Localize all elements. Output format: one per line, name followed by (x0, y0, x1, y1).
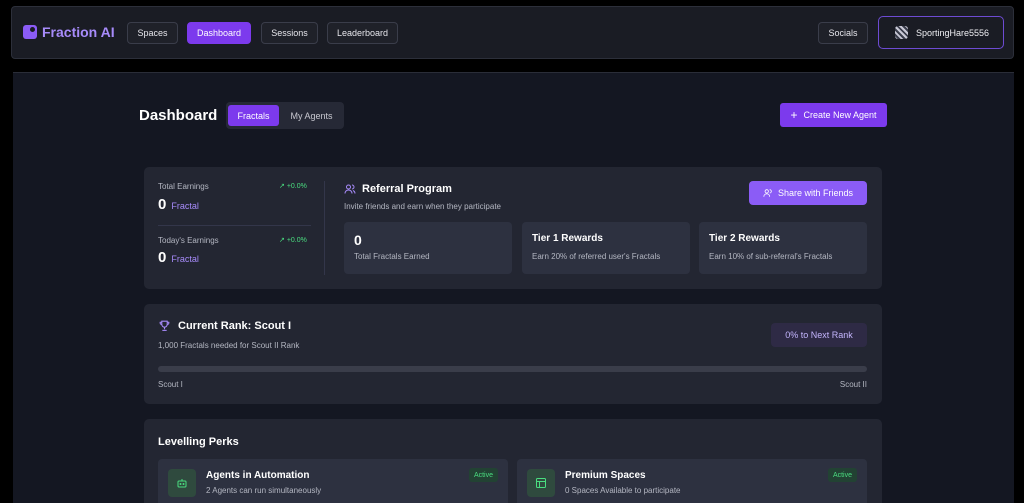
rank-title: Current Rank: Scout I (178, 319, 292, 332)
perk-agents-in-automation: Agents in Automation 2 Agents can run si… (158, 459, 508, 503)
top-navigation-bar: Fraction AI Spaces Dashboard Sessions Le… (11, 6, 1014, 59)
share-with-friends-button[interactable]: Share with Friends (749, 181, 867, 205)
share-with-friends-label: Share with Friends (777, 188, 854, 198)
perks-title: Levelling Perks (158, 436, 239, 448)
levelling-perks-card: Levelling Perks Agents in Automation 2 A… (144, 419, 882, 503)
vertical-divider (324, 181, 325, 275)
fraction-logo-icon (23, 25, 37, 39)
page-title: Dashboard (139, 107, 218, 124)
main-content: Dashboard Fractals My Agents + Create Ne… (13, 72, 1014, 503)
next-rank-progress-badge: 0% to Next Rank (771, 323, 867, 347)
total-earnings-value: 0 Fractal (158, 196, 199, 213)
socials-button[interactable]: Socials (818, 22, 868, 44)
referral-subtitle: Invite friends and earn when they partic… (344, 202, 501, 211)
todays-earnings-delta: ↗ +0.0% (279, 237, 307, 244)
trend-up-icon: ↗ (279, 237, 285, 244)
user-account-button[interactable]: SportingHare5556 (878, 16, 1004, 49)
plus-icon: + (790, 108, 798, 122)
perk-title: Premium Spaces (565, 470, 646, 481)
total-earnings-delta: ↗ +0.0% (279, 183, 307, 190)
brand-logo[interactable]: Fraction AI (23, 24, 115, 40)
tier1-rewards-box: Tier 1 Rewards Earn 20% of referred user… (522, 222, 690, 274)
tier2-rewards-box: Tier 2 Rewards Earn 10% of sub-referral'… (699, 222, 867, 274)
total-earnings-label: Total Earnings (158, 182, 209, 191)
nav-spaces-button[interactable]: Spaces (127, 22, 178, 44)
tab-my-agents[interactable]: My Agents (281, 105, 342, 126)
total-fractals-earned-box: 0 Total Fractals Earned (344, 222, 512, 274)
current-rank-card: Current Rank: Scout I 1,000 Fractals nee… (144, 304, 882, 404)
nav-dashboard-button[interactable]: Dashboard (187, 22, 251, 44)
perk-description: 2 Agents can run simultaneously (206, 486, 322, 495)
current-rank-label: Scout I (158, 380, 183, 389)
status-badge: Active (827, 468, 857, 482)
trophy-icon (159, 320, 170, 331)
todays-earnings-value: 0 Fractal (158, 249, 199, 266)
nav-leaderboard-button[interactable]: Leaderboard (327, 22, 398, 44)
total-fractals-earned-value: 0 (354, 232, 362, 248)
users-icon (763, 189, 772, 197)
todays-earnings-label: Today's Earnings (158, 236, 219, 245)
rank-header: Current Rank: Scout I (158, 319, 291, 332)
earnings-referral-card: Total Earnings ↗ +0.0% 0 Fractal Today's… (144, 167, 882, 289)
tier1-rewards-desc: Earn 20% of referred user's Fractals (532, 252, 661, 261)
tier1-rewards-title: Tier 1 Rewards (532, 233, 603, 244)
robot-icon (168, 469, 196, 497)
tab-fractals[interactable]: Fractals (228, 105, 279, 126)
tier2-rewards-desc: Earn 10% of sub-referral's Fractals (709, 252, 833, 261)
users-icon (344, 184, 356, 194)
rank-progress-bar (158, 366, 867, 372)
trend-up-icon: ↗ (279, 183, 285, 190)
layout-icon (527, 469, 555, 497)
perk-premium-spaces: Premium Spaces 0 Spaces Available to par… (517, 459, 867, 503)
username-label: SportingHare5556 (916, 27, 990, 38)
next-rank-label: Scout II (839, 380, 867, 389)
divider (158, 225, 311, 226)
nav-sessions-button[interactable]: Sessions (261, 22, 318, 44)
total-fractals-earned-label: Total Fractals Earned (354, 252, 430, 261)
dashboard-tabs: Fractals My Agents (226, 102, 344, 129)
brand-name: Fraction AI (42, 24, 115, 40)
avatar (895, 26, 908, 39)
referral-header: Referral Program (344, 183, 452, 195)
create-new-agent-button[interactable]: + Create New Agent (780, 103, 887, 127)
rank-subtitle: 1,000 Fractals needed for Scout II Rank (158, 341, 300, 350)
status-badge: Active (468, 468, 498, 482)
create-new-agent-label: Create New Agent (803, 110, 877, 120)
perk-description: 0 Spaces Available to participate (565, 486, 681, 495)
referral-title: Referral Program (362, 183, 452, 195)
perk-title: Agents in Automation (206, 470, 310, 481)
tier2-rewards-title: Tier 2 Rewards (709, 233, 780, 244)
